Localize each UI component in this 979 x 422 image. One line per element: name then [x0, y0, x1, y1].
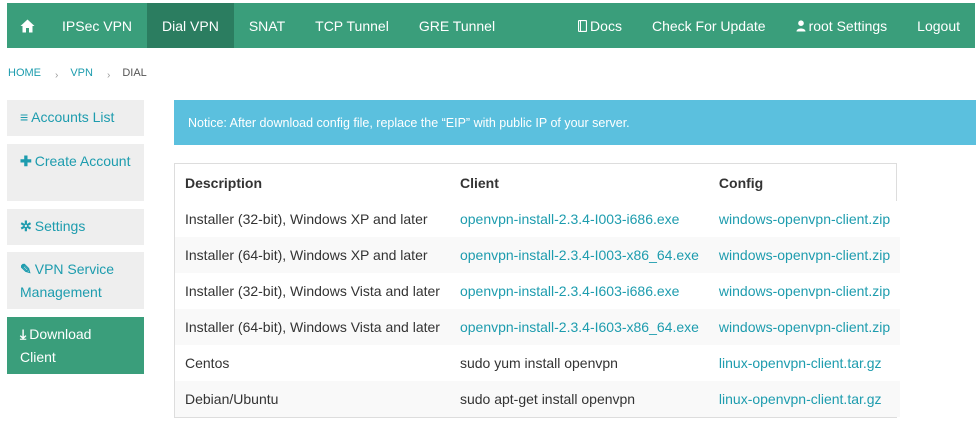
breadcrumb: HOME › VPN › DIAL: [8, 67, 147, 81]
sidebar-item-label: Download Client: [20, 326, 92, 365]
nav-logout[interactable]: Logout: [902, 3, 975, 48]
config-download-link[interactable]: linux-openvpn-client.tar.gz: [708, 381, 901, 417]
download-icon: ⤓: [20, 326, 27, 342]
breadcrumb-vpn[interactable]: VPN: [70, 67, 93, 79]
client-install-command: sudo yum install openvpn: [449, 345, 709, 381]
header-description: Description: [185, 174, 263, 191]
nav-snat[interactable]: SNAT: [234, 3, 300, 48]
row-description: Debian/Ubuntu: [175, 381, 450, 417]
config-download-link[interactable]: windows-openvpn-client.zip: [708, 201, 901, 237]
nav-docs-label: Docs: [590, 17, 622, 34]
table-row: Installer (64-bit), Windows XP and later…: [175, 237, 901, 273]
header-config: Config: [718, 174, 764, 191]
nav-dial-vpn[interactable]: Dial VPN: [147, 3, 234, 48]
client-download-link[interactable]: openvpn-install-2.3.4-I003-x86_64.exe: [449, 237, 709, 273]
gear-icon: ✲: [20, 218, 32, 234]
client-download-link[interactable]: openvpn-install-2.3.4-I603-x86_64.exe: [449, 309, 709, 345]
nav-settings-label: root Settings: [808, 17, 888, 34]
nav-root-settings[interactable]: root Settings: [781, 3, 903, 48]
home-button[interactable]: [7, 3, 47, 48]
table-row: Installer (32-bit), Windows XP and later…: [175, 201, 901, 237]
breadcrumb-current: DIAL: [122, 67, 147, 79]
breadcrumb-separator: ›: [106, 69, 111, 81]
row-description: Installer (64-bit), Windows Vista and la…: [175, 309, 450, 345]
plus-icon: ✚: [20, 153, 32, 169]
row-description: Installer (64-bit), Windows XP and later: [175, 237, 450, 273]
table-header-row: Description Client Config: [175, 164, 900, 201]
breadcrumb-home[interactable]: HOME: [8, 67, 41, 79]
book-icon: [578, 19, 588, 32]
table-row: Installer (32-bit), Windows Vista and la…: [175, 273, 901, 309]
download-table: Description Client Config Installer (32-…: [174, 163, 901, 418]
client-install-command: sudo apt-get install openvpn: [449, 381, 709, 417]
notice-banner: Notice: After download config file, repl…: [174, 100, 976, 145]
config-download-link[interactable]: windows-openvpn-client.zip: [708, 309, 901, 345]
top-navbar: IPSec VPN Dial VPN SNAT TCP Tunnel GRE T…: [7, 3, 975, 48]
breadcrumb-separator: ›: [55, 69, 59, 81]
header-client: Client: [459, 174, 499, 191]
sidebar-item-label: VPN Service Management: [20, 261, 115, 300]
wrench-icon: ✎: [20, 261, 32, 277]
sidebar-item-label: Settings: [34, 218, 86, 234]
sidebar-item-accounts-list[interactable]: ≡ Accounts List: [7, 100, 144, 136]
sidebar-item-download-client[interactable]: ⤓ Download Client: [7, 317, 144, 374]
row-description: Centos: [175, 345, 450, 381]
sidebar-item-label: Create Account: [34, 153, 131, 169]
config-download-link[interactable]: windows-openvpn-client.zip: [708, 237, 901, 273]
nav-gre-tunnel[interactable]: GRE Tunnel: [404, 3, 510, 48]
row-description: Installer (32-bit), Windows Vista and la…: [175, 273, 450, 309]
table-row: Installer (64-bit), Windows Vista and la…: [175, 309, 901, 345]
sidebar-item-label: Accounts List: [31, 109, 115, 125]
user-icon: [796, 19, 806, 31]
home-icon: [20, 19, 34, 32]
config-download-link[interactable]: linux-openvpn-client.tar.gz: [708, 345, 901, 381]
nav-check-update[interactable]: Check For Update: [637, 3, 781, 48]
nav-ipsec-vpn[interactable]: IPSec VPN: [47, 3, 147, 48]
list-icon: ≡: [20, 109, 29, 125]
sidebar-item-settings[interactable]: ✲ Settings: [7, 209, 144, 245]
client-download-link[interactable]: openvpn-install-2.3.4-I603-i686.exe: [449, 273, 709, 309]
table-row: Debian/Ubuntu sudo apt-get install openv…: [175, 381, 901, 417]
table-row: Centos sudo yum install openvpn linux-op…: [175, 345, 901, 381]
client-download-link[interactable]: openvpn-install-2.3.4-I003-i686.exe: [449, 201, 709, 237]
sidebar-item-vpn-service-management[interactable]: ✎ VPN Service Management: [7, 252, 144, 309]
sidebar-item-create-account[interactable]: ✚ Create Account: [7, 144, 144, 201]
nav-tcp-tunnel[interactable]: TCP Tunnel: [300, 3, 404, 48]
row-description: Installer (32-bit), Windows XP and later: [175, 201, 450, 237]
config-download-link[interactable]: windows-openvpn-client.zip: [708, 273, 901, 309]
nav-docs[interactable]: Docs: [563, 3, 637, 48]
